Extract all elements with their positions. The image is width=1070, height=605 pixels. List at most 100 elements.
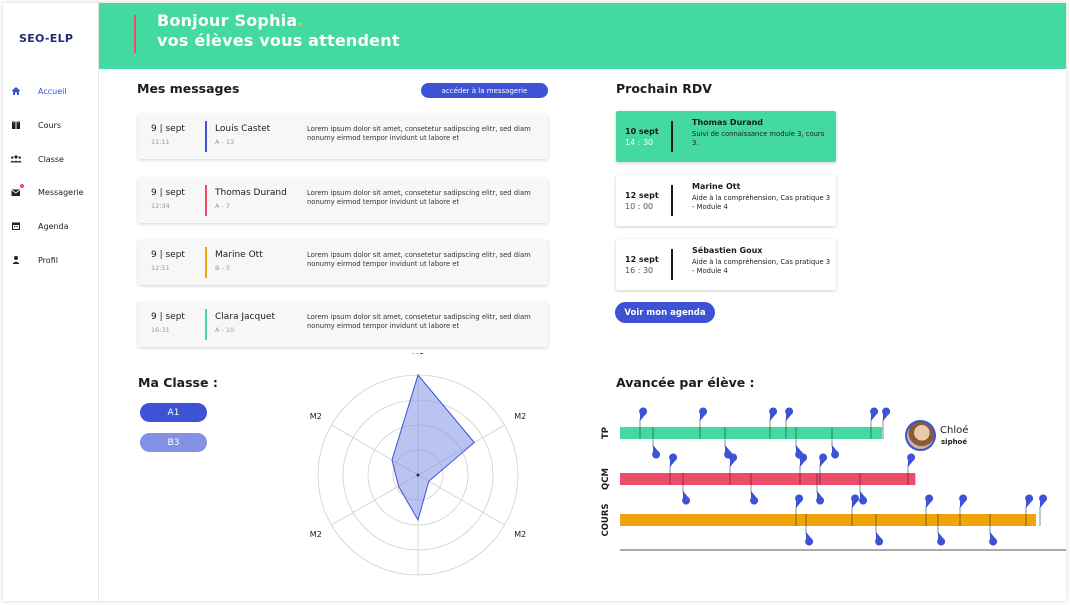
sidebar-item-accueil[interactable]: Accueil — [3, 81, 99, 101]
message-date: 9 | sept — [151, 250, 185, 260]
message-date: 9 | sept — [151, 312, 185, 322]
student-handle: siphoé — [941, 438, 968, 446]
class-pill-label: B3 — [167, 437, 180, 448]
rdv-student: Sébastien Goux — [692, 246, 763, 255]
progress-marker[interactable] — [669, 453, 678, 467]
progress-chart: TP QCM COURS — [601, 407, 1066, 551]
messages-title: Mes messages — [137, 81, 240, 96]
progress-marker[interactable] — [729, 453, 738, 467]
sidebar-item-label: Accueil — [38, 86, 67, 96]
sidebar-item-label: Agenda — [38, 221, 69, 231]
message-card[interactable]: 9 | sept 16:31 Clara Jacquet A - 10 Lorem ip… — [138, 302, 548, 347]
radar-axis-label: M2 — [310, 530, 322, 539]
sidebar: SEO-ELP Accueil Cours Classe Messagerie … — [3, 3, 99, 601]
message-sender: Marine Ott — [215, 250, 263, 260]
sidebar-item-profil[interactable]: Profil — [3, 250, 99, 270]
student-tag[interactable]: Chloé siphoé — [905, 420, 975, 454]
class-title: Ma Classe : — [138, 375, 218, 390]
radar-axis-label: M2 — [514, 530, 526, 539]
progress-marker[interactable] — [875, 532, 884, 546]
greeting-dot: . — [297, 11, 304, 30]
greeting: Bonjour Sophia. vos élèves vous attenden… — [157, 11, 400, 51]
rdv-divider — [671, 185, 673, 216]
progress-marker[interactable] — [799, 453, 808, 467]
calendar-icon — [10, 220, 22, 232]
rdv-student: Thomas Durand — [692, 118, 764, 127]
message-sender-class: A - 10 — [215, 326, 235, 334]
progress-bar — [620, 514, 1036, 526]
message-sender: Thomas Durand — [215, 188, 287, 198]
message-time: 12:51 — [151, 264, 170, 272]
message-sender-class: A - 13 — [215, 138, 235, 146]
message-time: 11:11 — [151, 138, 170, 146]
message-color-bar — [205, 121, 207, 152]
message-date: 9 | sept — [151, 188, 185, 198]
message-card[interactable]: 9 | sept 12:51 Marine Ott B - 5 Lorem ipsum … — [138, 240, 548, 285]
progress-marker[interactable] — [699, 407, 708, 421]
progress-marker[interactable] — [882, 407, 891, 421]
welcome-banner: Bonjour Sophia. vos élèves vous attenden… — [99, 3, 1066, 69]
radar-axis — [417, 474, 505, 526]
home-icon — [10, 85, 22, 97]
progress-marker[interactable] — [925, 494, 934, 508]
rdv-card[interactable]: 10 sept 14 : 30 Thomas Durand Suivi de conn… — [616, 111, 836, 162]
message-sender: Clara Jacquet — [215, 312, 275, 322]
rdv-hour: 10 : 00 — [625, 202, 654, 211]
progress-marker[interactable] — [819, 453, 828, 467]
progress-title: Avancée par élève : — [616, 375, 755, 390]
message-preview: Lorem ipsum dolor sit amet, consetetur s… — [307, 189, 531, 206]
app-logo[interactable]: SEO-ELP — [19, 32, 73, 45]
radar-axis-label: M2 — [310, 412, 322, 421]
progress-marker[interactable] — [750, 491, 759, 505]
sidebar-item-messagerie[interactable]: Messagerie — [3, 182, 99, 202]
message-sender-class: B - 5 — [215, 264, 231, 272]
progress-marker[interactable] — [907, 453, 916, 467]
progress-marker[interactable] — [989, 532, 998, 546]
sidebar-item-classe[interactable]: Classe — [3, 149, 99, 169]
sidebar-item-agenda[interactable]: Agenda — [3, 216, 99, 236]
rdv-divider — [671, 121, 673, 152]
progress-marker[interactable] — [1039, 494, 1048, 508]
progress-row-label: TP — [601, 427, 611, 439]
rdv-date: 12 sept — [625, 255, 659, 264]
progress-marker[interactable] — [831, 445, 840, 459]
rdv-date: 10 sept — [625, 127, 659, 136]
progress-marker[interactable] — [769, 407, 778, 421]
progress-row-label: QCM — [601, 468, 611, 490]
sidebar-item-cours[interactable]: Cours — [3, 115, 99, 135]
progress-marker[interactable] — [859, 491, 868, 505]
open-messaging-button[interactable]: accéder à la messagerie — [421, 83, 548, 98]
message-preview: Lorem ipsum dolor sit amet, consetetur s… — [307, 313, 531, 330]
sidebar-item-label: Cours — [38, 120, 62, 130]
class-pill-b3[interactable]: B3 — [140, 433, 207, 452]
message-color-bar — [205, 309, 207, 340]
progress-marker[interactable] — [1025, 494, 1034, 508]
progress-marker[interactable] — [682, 491, 691, 505]
progress-marker[interactable] — [959, 494, 968, 508]
progress-marker[interactable] — [639, 407, 648, 421]
progress-marker[interactable] — [816, 491, 825, 505]
progress-marker[interactable] — [785, 407, 794, 421]
progress-marker[interactable] — [652, 445, 661, 459]
rdv-card[interactable]: 12 sept 16 : 30 Sébastien Goux Aide à la co… — [616, 239, 836, 290]
progress-marker[interactable] — [937, 532, 946, 546]
message-card[interactable]: 9 | sept 12:34 Thomas Durand A - 7 Lorem ips… — [138, 178, 548, 223]
greeting-line-2: vos élèves vous attendent — [157, 31, 400, 50]
progress-marker[interactable] — [805, 532, 814, 546]
radar-axis-label: M2 — [514, 412, 526, 421]
open-agenda-button[interactable]: Voir mon agenda — [615, 302, 715, 323]
rdv-card[interactable]: 12 sept 10 : 00 Marine Ott Aide à la compré… — [616, 175, 836, 226]
rdv-title: Prochain RDV — [616, 81, 712, 96]
rdv-hour: 16 : 30 — [625, 266, 654, 275]
message-sender-class: A - 7 — [215, 202, 231, 210]
message-card[interactable]: 9 | sept 11:11 Louis Castet A - 13 Lorem ips… — [138, 114, 548, 159]
message-time: 16:31 — [151, 326, 170, 334]
class-pill-a1[interactable]: A1 — [140, 403, 207, 422]
progress-marker[interactable] — [870, 407, 879, 421]
radar-center — [416, 473, 420, 477]
progress-marker[interactable] — [795, 494, 804, 508]
rdv-divider — [671, 249, 673, 280]
progress-marker[interactable] — [851, 494, 860, 508]
class-pill-label: A1 — [167, 407, 180, 418]
rdv-hour: 14 : 30 — [625, 138, 654, 147]
